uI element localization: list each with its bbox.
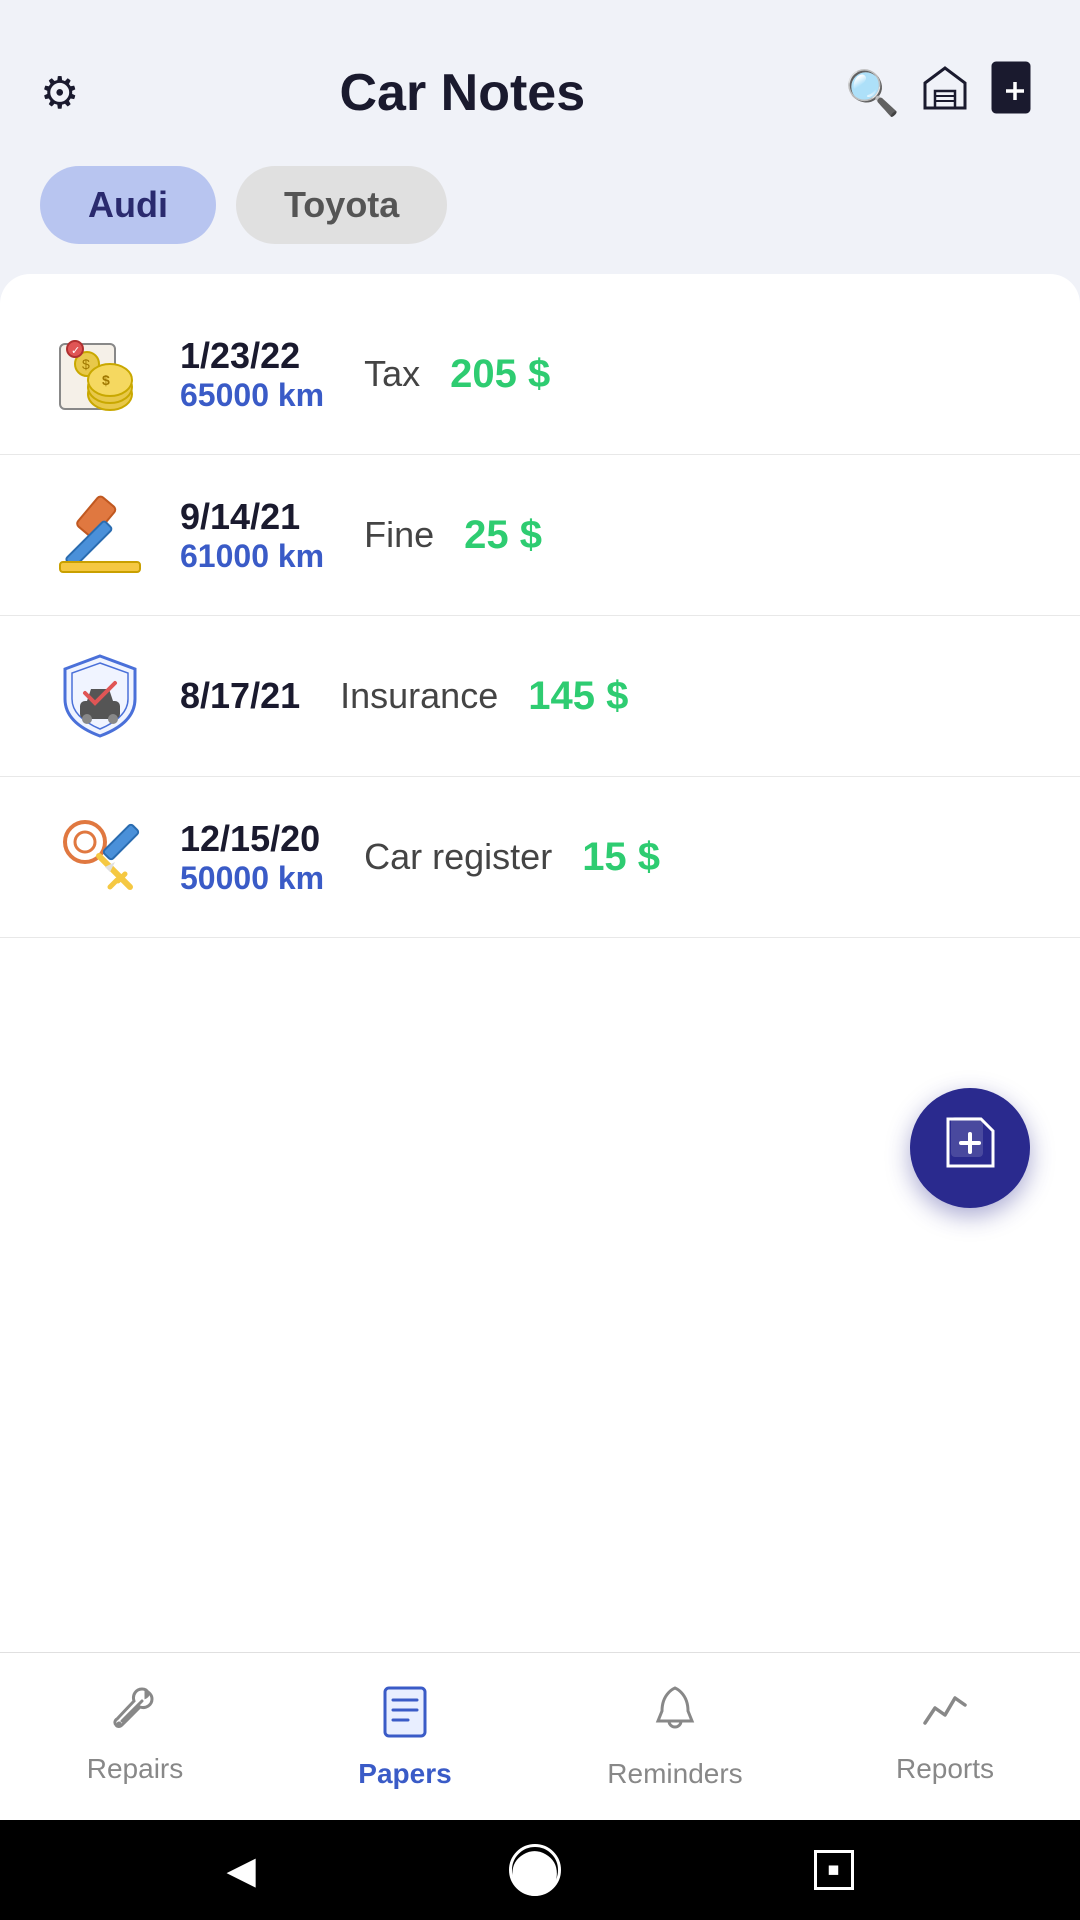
search-icon[interactable]: 🔍 (845, 67, 900, 119)
records-list: $ $ ✓ 1/23/22 65000 km Tax 205 $ (0, 274, 1080, 1652)
record-date: 9/14/21 (180, 496, 324, 538)
add-record-fab[interactable] (910, 1088, 1030, 1208)
record-meta: 8/17/21 (180, 675, 300, 717)
car-tabs: Audi Toyota (0, 156, 1080, 274)
chart-icon (920, 1683, 970, 1745)
record-right: Insurance (330, 675, 498, 717)
add-document-icon[interactable] (990, 60, 1040, 126)
list-item[interactable]: 12/15/20 50000 km Car register 15 $ (0, 777, 1080, 938)
back-button[interactable]: ◀ (226, 1848, 255, 1893)
record-date: 8/17/21 (180, 675, 300, 717)
record-right: Fine (354, 514, 434, 556)
tab-audi[interactable]: Audi (40, 166, 216, 244)
record-date: 12/15/20 (180, 818, 324, 860)
svg-text:$: $ (82, 356, 90, 372)
record-icon (50, 807, 150, 907)
record-amount: 145 $ (528, 674, 628, 719)
record-right: Tax (354, 353, 420, 395)
record-amount: 25 $ (464, 513, 542, 558)
record-amount: 15 $ (582, 835, 660, 880)
record-km: 61000 km (180, 538, 324, 575)
nav-reports-label: Reports (896, 1753, 994, 1785)
app-title: Car Notes (99, 63, 825, 123)
nav-repairs[interactable]: Repairs (0, 1673, 270, 1800)
nav-reminders[interactable]: Reminders (540, 1673, 810, 1800)
settings-icon[interactable]: ⚙ (40, 68, 79, 119)
record-date: 1/23/22 (180, 335, 324, 377)
record-km: 65000 km (180, 377, 324, 414)
papers-icon (380, 1683, 430, 1750)
list-item[interactable]: $ $ ✓ 1/23/22 65000 km Tax 205 $ (0, 294, 1080, 455)
nav-reports[interactable]: Reports (810, 1673, 1080, 1800)
home-button[interactable]: ⬤ (509, 1844, 561, 1896)
record-label: Fine (364, 514, 434, 556)
nav-papers-label: Papers (358, 1758, 451, 1790)
svg-text:✓: ✓ (71, 345, 80, 357)
nav-reminders-label: Reminders (607, 1758, 742, 1790)
nav-papers[interactable]: Papers (270, 1673, 540, 1800)
record-km: 50000 km (180, 860, 324, 897)
record-label: Car register (364, 836, 552, 878)
add-icon (943, 1114, 998, 1182)
list-item[interactable]: 9/14/21 61000 km Fine 25 $ (0, 455, 1080, 616)
record-icon (50, 646, 150, 746)
tab-toyota[interactable]: Toyota (236, 166, 447, 244)
svg-text:$: $ (102, 372, 110, 388)
garage-icon[interactable] (920, 63, 970, 123)
recent-button[interactable]: ▪ (814, 1850, 854, 1890)
header: ⚙ Car Notes 🔍 (0, 0, 1080, 156)
wrench-icon (110, 1683, 160, 1745)
bell-icon (650, 1683, 700, 1750)
record-label: Tax (364, 353, 420, 395)
record-meta: 1/23/22 65000 km (180, 335, 324, 414)
nav-repairs-label: Repairs (87, 1753, 183, 1785)
record-icon: $ $ ✓ (50, 324, 150, 424)
bottom-nav: Repairs Papers Reminders (0, 1652, 1080, 1820)
record-meta: 12/15/20 50000 km (180, 818, 324, 897)
system-bar: ◀ ⬤ ▪ (0, 1820, 1080, 1920)
list-item[interactable]: 8/17/21 Insurance 145 $ (0, 616, 1080, 777)
record-label: Insurance (340, 675, 498, 717)
record-icon (50, 485, 150, 585)
record-right: Car register (354, 836, 552, 878)
record-meta: 9/14/21 61000 km (180, 496, 324, 575)
record-amount: 205 $ (450, 352, 550, 397)
